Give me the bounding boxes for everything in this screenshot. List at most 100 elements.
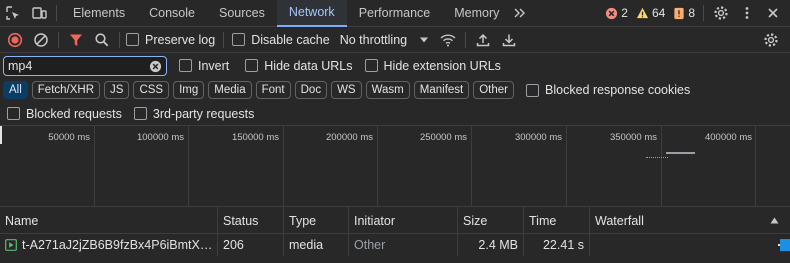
column-header-size[interactable]: Size xyxy=(458,207,524,234)
invert-label: Invert xyxy=(198,58,230,73)
inspect-element-icon[interactable] xyxy=(0,0,26,26)
toolbar-divider xyxy=(223,31,225,48)
request-status-cell: 206 xyxy=(218,234,284,256)
request-filter-row: Blocked requests 3rd-party requests xyxy=(0,102,790,126)
network-overview-timeline[interactable]: 50000 ms 100000 ms 150000 ms 200000 ms 2… xyxy=(0,126,790,207)
column-header-time[interactable]: Time xyxy=(524,207,590,234)
requests-table-header: Name Status Type Initiator Size Time Wat… xyxy=(0,207,790,234)
throttling-select[interactable]: No throttling xyxy=(340,33,429,47)
type-chip-img[interactable]: Img xyxy=(173,81,205,99)
type-chip-other[interactable]: Other xyxy=(473,81,514,99)
warning-count: 64 xyxy=(651,6,666,20)
overview-tick-label: 250000 ms xyxy=(419,132,467,143)
overview-gridline xyxy=(661,126,662,207)
column-header-waterfall-label: Waterfall xyxy=(595,213,644,228)
invert-checkbox[interactable] xyxy=(179,59,192,72)
hide-extension-urls-label: Hide extension URLs xyxy=(383,58,501,73)
request-name-cell[interactable]: t-A271aJ2jZB6B9fzBx4P6iBmtX… xyxy=(0,234,218,256)
waterfall-bar xyxy=(780,239,790,251)
settings-gear-icon[interactable] xyxy=(708,0,734,26)
overview-tick-label: 300000 ms xyxy=(514,132,562,143)
column-header-name[interactable]: Name xyxy=(0,207,218,234)
overview-request-bar xyxy=(646,157,668,159)
sort-ascending-icon xyxy=(770,217,779,224)
warning-counter[interactable]: 64 xyxy=(636,6,665,20)
overview-request-bar xyxy=(666,152,695,154)
clear-log-icon[interactable] xyxy=(28,27,54,53)
overview-tick-label: 350000 ms xyxy=(609,132,657,143)
type-chip-doc[interactable]: Doc xyxy=(294,81,328,99)
tab-network[interactable]: Network xyxy=(276,0,347,27)
error-count: 2 xyxy=(621,6,628,20)
more-tabs-icon[interactable] xyxy=(511,0,529,26)
status-counters: 2 64 8 xyxy=(605,0,790,26)
type-chip-manifest[interactable]: Manifest xyxy=(413,81,470,99)
column-header-status-label: Status xyxy=(223,213,259,228)
close-icon[interactable] xyxy=(760,0,786,26)
error-counter[interactable]: 2 xyxy=(605,6,628,20)
hide-data-urls-checkbox[interactable] xyxy=(245,59,259,72)
blocked-requests-checkbox[interactable] xyxy=(7,107,20,120)
type-chip-js[interactable]: JS xyxy=(104,81,130,99)
tab-performance[interactable]: Performance xyxy=(347,0,443,27)
overview-gridline xyxy=(471,126,472,207)
clear-filter-icon[interactable] xyxy=(149,60,162,73)
preserve-log-checkbox[interactable] xyxy=(126,33,139,46)
table-row[interactable]: t-A271aJ2jZB6B9fzBx4P6iBmtX… 206 media O… xyxy=(0,234,790,256)
overview-gridline xyxy=(566,126,567,207)
column-header-size-label: Size xyxy=(463,213,488,228)
toolbar-divider xyxy=(119,31,120,48)
search-icon[interactable] xyxy=(89,27,115,53)
column-header-status[interactable]: Status xyxy=(218,207,284,234)
filter-input[interactable]: mp4 xyxy=(3,55,167,76)
request-waterfall-cell xyxy=(590,234,790,256)
preserve-log-label: Preserve log xyxy=(145,32,216,47)
column-header-time-label: Time xyxy=(529,213,557,228)
type-chip-ws[interactable]: WS xyxy=(331,81,362,99)
issues-counter[interactable]: 8 xyxy=(673,6,695,20)
column-header-waterfall[interactable]: Waterfall xyxy=(590,207,790,234)
type-chip-css[interactable]: CSS xyxy=(133,81,170,99)
type-chip-fetch-xhr[interactable]: Fetch/XHR xyxy=(31,81,101,99)
more-options-icon[interactable] xyxy=(734,0,760,26)
issue-icon xyxy=(674,7,684,19)
type-chip-media[interactable]: Media xyxy=(208,81,252,99)
type-chip-all[interactable]: All xyxy=(3,81,28,99)
network-settings-gear-icon[interactable] xyxy=(758,27,784,53)
hide-data-urls-label: Hide data URLs xyxy=(264,58,353,73)
tab-elements[interactable]: Elements xyxy=(61,0,137,27)
request-size-cell: 2.4 MB xyxy=(458,234,524,256)
overview-tick-label: 400000 ms xyxy=(704,132,752,143)
filter-row: mp4 Invert Hide data URLs Hide extension… xyxy=(0,53,790,78)
issues-count: 8 xyxy=(688,6,695,20)
overview-tick-label: 200000 ms xyxy=(325,132,373,143)
type-chip-font[interactable]: Font xyxy=(255,81,291,99)
import-har-icon[interactable] xyxy=(470,27,496,53)
waterfall-bar-queue xyxy=(778,244,780,246)
tab-memory[interactable]: Memory xyxy=(442,0,511,27)
third-party-requests-checkbox[interactable] xyxy=(133,107,147,120)
filter-icon[interactable] xyxy=(63,27,89,53)
column-header-initiator[interactable]: Initiator xyxy=(349,207,458,234)
type-chip-wasm[interactable]: Wasm xyxy=(365,81,410,99)
blocked-response-cookies-label: Blocked response cookies xyxy=(545,83,691,97)
overview-gridline xyxy=(755,126,756,207)
throttling-value: No throttling xyxy=(339,32,408,47)
tab-sources[interactable]: Sources xyxy=(207,0,277,27)
disable-cache-checkbox[interactable] xyxy=(232,33,246,46)
column-header-type[interactable]: Type xyxy=(284,207,349,234)
export-har-icon[interactable] xyxy=(496,27,522,53)
tab-console[interactable]: Console xyxy=(137,0,207,27)
media-file-icon xyxy=(5,239,17,251)
overview-gridline xyxy=(94,126,95,207)
blocked-response-cookies-checkbox[interactable] xyxy=(526,83,539,97)
overview-window-handle-left[interactable] xyxy=(0,126,2,144)
hide-extension-urls-checkbox[interactable] xyxy=(364,59,378,72)
stop-recording-icon[interactable] xyxy=(2,27,28,53)
network-conditions-icon[interactable] xyxy=(435,27,461,53)
device-toolbar-icon[interactable] xyxy=(26,0,52,26)
toolbar-divider xyxy=(56,5,57,21)
toolbar-divider xyxy=(58,31,59,48)
column-header-initiator-label: Initiator xyxy=(354,213,395,228)
warning-icon xyxy=(636,7,649,18)
